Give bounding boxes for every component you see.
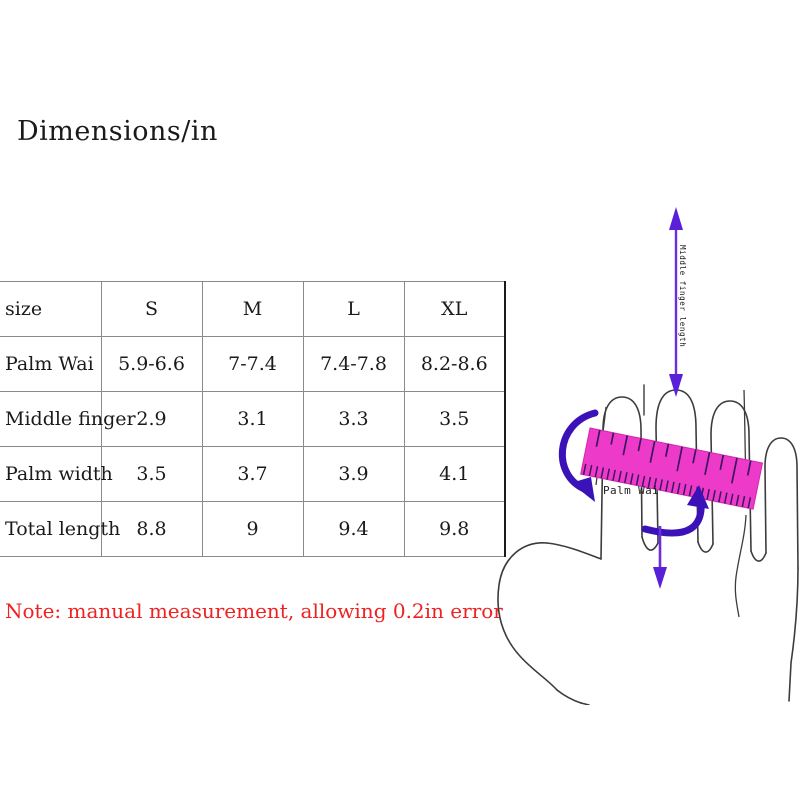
cell-palm-width-s: 3.5 — [100, 446, 203, 502]
column-header-size: size — [0, 281, 102, 337]
cell-palm-wai-l: 7.4-7.8 — [302, 336, 405, 392]
cell-palm-width-xl: 4.1 — [403, 446, 506, 502]
palm-wai-label: Palm Wai — [603, 484, 659, 497]
cell-middle-finger-l: 3.3 — [302, 391, 405, 447]
cell-palm-width-m: 3.7 — [201, 446, 304, 502]
measurement-note: Note: manual measurement, allowing 0.2in… — [5, 599, 503, 623]
table-row: Palm width 3.5 3.7 3.9 4.1 — [0, 446, 506, 502]
cell-palm-wai-s: 5.9-6.6 — [100, 336, 203, 392]
page-title: Dimensions/in — [17, 116, 218, 147]
cell-total-length-xl: 9.8 — [403, 501, 506, 557]
hand-outline-icon — [497, 389, 799, 705]
cell-middle-finger-m: 3.1 — [201, 391, 304, 447]
column-header-m: M — [201, 281, 304, 337]
hand-measurement-diagram: Middle finger length Palm Wai — [495, 185, 800, 705]
column-header-s: S — [100, 281, 203, 337]
column-header-xl: XL — [403, 281, 506, 337]
row-label-palm-wai: Palm Wai — [0, 336, 102, 392]
cell-total-length-m: 9 — [201, 501, 304, 557]
row-label-total-length: Total length — [0, 501, 120, 557]
row-label-middle-finger: Middle finger — [0, 391, 136, 447]
table-row: Middle finger 2.9 3.1 3.3 3.5 — [0, 391, 506, 447]
cell-palm-width-l: 3.9 — [302, 446, 405, 502]
size-table: size S M L XL Palm Wai 5.9-6.6 7-7.4 7.4… — [0, 281, 506, 557]
cell-total-length-l: 9.4 — [302, 501, 405, 557]
row-label-palm-width: Palm width — [0, 446, 113, 502]
table-row: Total length 8.8 9 9.4 9.8 — [0, 501, 506, 557]
middle-finger-length-label: Middle finger length — [678, 245, 687, 347]
cell-palm-wai-xl: 8.2-8.6 — [403, 336, 506, 392]
cell-middle-finger-xl: 3.5 — [403, 391, 506, 447]
size-chart-page: Dimensions/in size S M L XL Palm Wai 5.9… — [0, 0, 800, 800]
table-row: Palm Wai 5.9-6.6 7-7.4 7.4-7.8 8.2-8.6 — [0, 336, 506, 392]
table-header-row: size S M L XL — [0, 281, 506, 337]
cell-palm-wai-m: 7-7.4 — [201, 336, 304, 392]
column-header-l: L — [302, 281, 405, 337]
